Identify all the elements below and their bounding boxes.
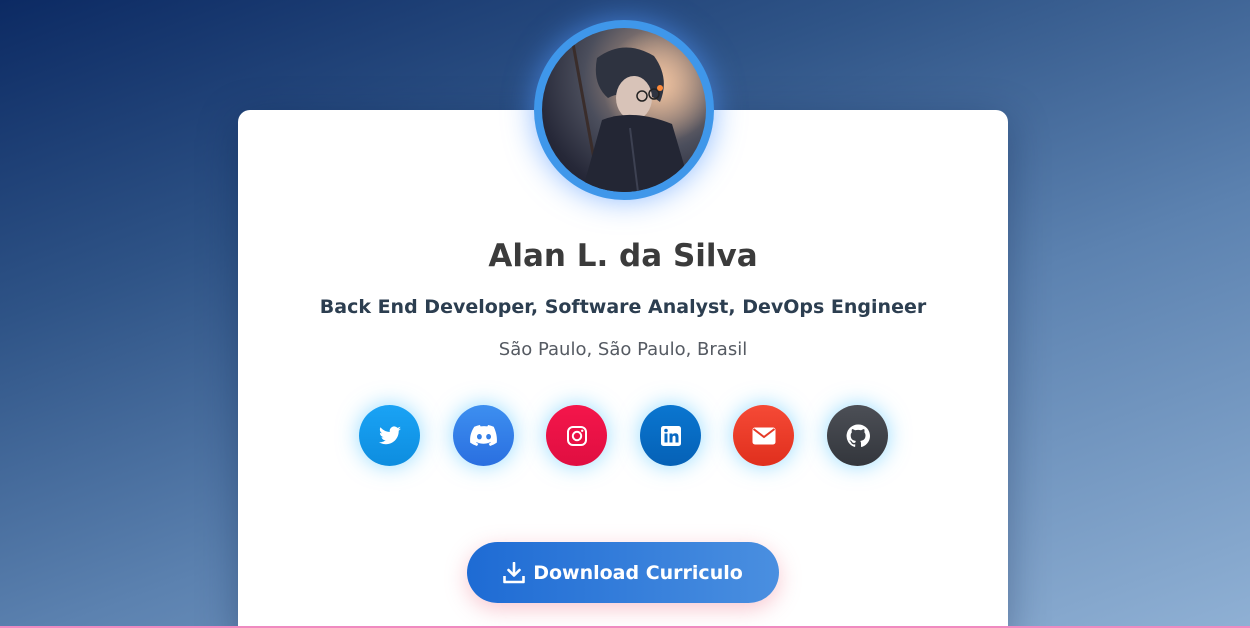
github-icon — [846, 423, 870, 447]
avatar-frame — [534, 20, 714, 200]
profile-role: Back End Developer, Software Analyst, De… — [319, 296, 927, 318]
email-link[interactable] — [733, 405, 794, 466]
linkedin-link[interactable] — [640, 405, 701, 466]
discord-icon — [469, 424, 497, 446]
twitter-icon — [378, 425, 401, 444]
download-resume-button[interactable]: Download Curriculo — [467, 542, 779, 603]
instagram-link[interactable] — [546, 405, 607, 466]
instagram-icon — [566, 425, 587, 446]
github-link[interactable] — [827, 405, 888, 466]
twitter-link[interactable] — [359, 405, 420, 466]
download-button-label: Download Curriculo — [533, 561, 743, 584]
envelope-icon — [752, 427, 775, 444]
discord-link[interactable] — [453, 405, 514, 466]
profile-name: Alan L. da Silva — [488, 238, 758, 274]
social-links — [359, 405, 889, 467]
avatar-illustration — [542, 28, 706, 192]
profile-avatar — [542, 28, 706, 192]
linkedin-icon — [660, 425, 681, 446]
profile-location: São Paulo, São Paulo, Brasil — [498, 339, 748, 360]
download-icon — [503, 561, 526, 583]
